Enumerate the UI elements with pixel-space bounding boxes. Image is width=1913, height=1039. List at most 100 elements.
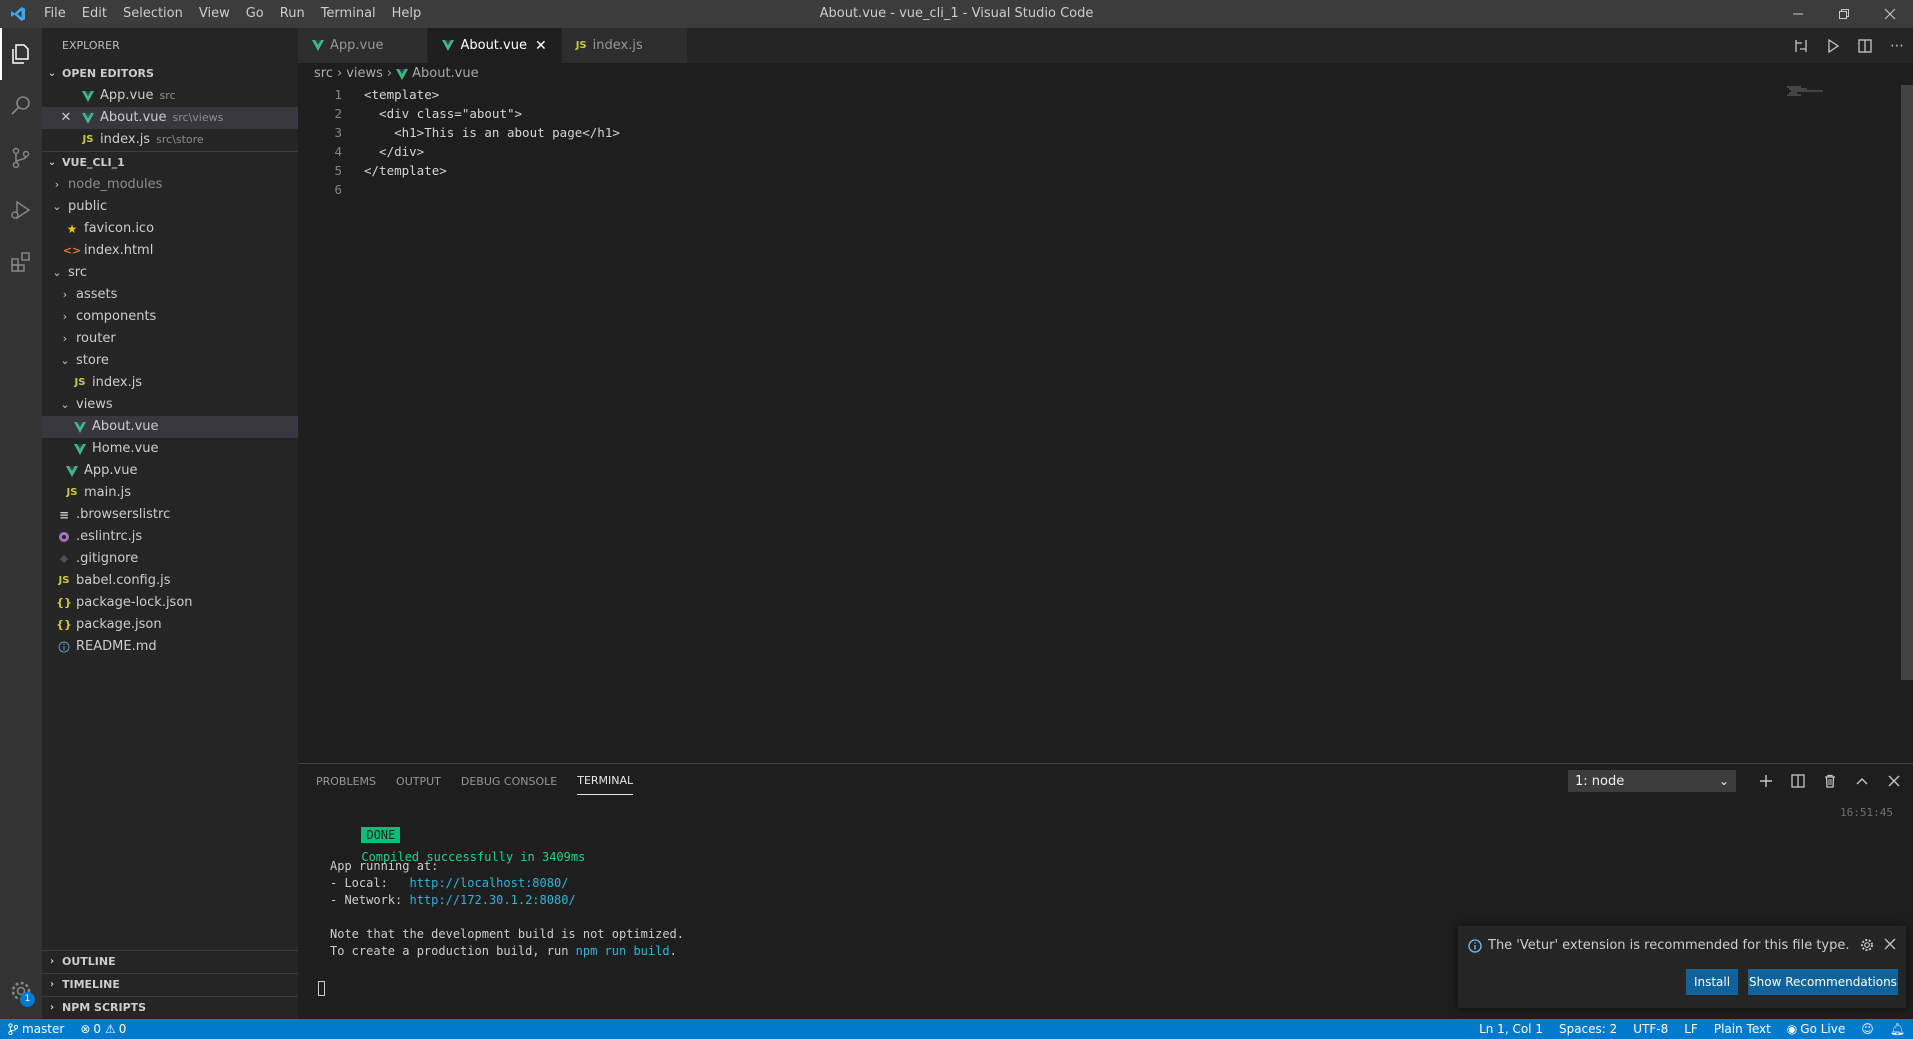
editor-scrollbar[interactable]: [1901, 85, 1913, 680]
tab-output[interactable]: OUTPUT: [396, 764, 441, 799]
close-tab-icon[interactable]: ✕: [535, 38, 547, 54]
close-panel-icon[interactable]: [1878, 770, 1910, 792]
maximize-panel-icon[interactable]: [1846, 770, 1878, 792]
tree-file[interactable]: ◆ .gitignore: [42, 548, 298, 570]
open-editor-item[interactable]: JS index.js src\store: [42, 129, 298, 151]
run-icon[interactable]: [1817, 38, 1849, 54]
split-editor-icon[interactable]: [1849, 38, 1881, 54]
restore-button[interactable]: [1821, 0, 1867, 28]
tree-file[interactable]: {} package.json: [42, 614, 298, 636]
go-live-button[interactable]: ◉ Go Live: [1779, 1019, 1853, 1039]
language-mode[interactable]: Plain Text: [1706, 1019, 1779, 1039]
trash-icon[interactable]: [1814, 770, 1846, 792]
code-line: 1 <template>: [298, 85, 1913, 104]
encoding[interactable]: UTF-8: [1625, 1019, 1676, 1039]
tree-folder[interactable]: ⌄ store: [42, 350, 298, 372]
tree-file[interactable]: ★ favicon.ico: [42, 218, 298, 240]
extensions-icon[interactable]: [0, 236, 42, 288]
run-debug-icon[interactable]: [0, 184, 42, 236]
menu-go[interactable]: Go: [238, 0, 272, 28]
tree-label: index.js: [92, 375, 143, 390]
show-recommendations-button[interactable]: Show Recommendations: [1748, 969, 1898, 995]
new-terminal-icon[interactable]: [1750, 770, 1782, 792]
project-header[interactable]: ⌄ VUE_CLI_1: [42, 151, 298, 174]
tree-file[interactable]: README.md: [42, 636, 298, 658]
branch-status[interactable]: master: [0, 1019, 72, 1039]
breadcrumb-item[interactable]: About.vue: [412, 63, 479, 85]
outline-section[interactable]: › OUTLINE: [42, 950, 298, 973]
tree-file[interactable]: About.vue: [42, 416, 298, 438]
menu-help[interactable]: Help: [384, 0, 430, 28]
network-url-link[interactable]: http://172.30.1.2:8080/: [409, 893, 575, 907]
tree-file[interactable]: {} package-lock.json: [42, 592, 298, 614]
vue-file-icon: [64, 465, 80, 477]
tab-debug-console[interactable]: DEBUG CONSOLE: [461, 764, 557, 799]
tree-label: About.vue: [92, 419, 159, 434]
menu-edit[interactable]: Edit: [74, 0, 115, 28]
tree-file[interactable]: ≡ .browserslistrc: [42, 504, 298, 526]
tree-folder[interactable]: › node_modules: [42, 174, 298, 196]
tree-file[interactable]: <> index.html: [42, 240, 298, 262]
tree-folder[interactable]: › assets: [42, 284, 298, 306]
tree-folder[interactable]: › components: [42, 306, 298, 328]
notifications-bell-icon[interactable]: 🔔︎: [1882, 1019, 1913, 1039]
tree-file[interactable]: JS index.js: [42, 372, 298, 394]
npm-scripts-section[interactable]: › NPM SCRIPTS: [42, 996, 298, 1019]
tree-folder[interactable]: ⌄ views: [42, 394, 298, 416]
breadcrumb-item[interactable]: src: [314, 63, 333, 85]
tree-file[interactable]: Home.vue: [42, 438, 298, 460]
terminal-select[interactable]: 1: node ⌄: [1568, 770, 1736, 792]
menu-terminal[interactable]: Terminal: [313, 0, 384, 28]
tree-folder[interactable]: ⌄ src: [42, 262, 298, 284]
tree-label: .eslintrc.js: [76, 529, 143, 544]
menu-run[interactable]: Run: [272, 0, 313, 28]
tab-about-vue[interactable]: About.vue ✕: [428, 28, 562, 63]
chevron-right-icon: ›: [49, 979, 55, 990]
go-live-label: Go Live: [1800, 1022, 1846, 1036]
tree-folder[interactable]: ⌄ public: [42, 196, 298, 218]
install-button[interactable]: Install: [1686, 969, 1738, 995]
tab-terminal[interactable]: TERMINAL: [577, 768, 634, 795]
source-control-icon[interactable]: [0, 132, 42, 184]
minimize-button[interactable]: [1775, 0, 1821, 28]
explorer-icon[interactable]: [0, 28, 42, 80]
split-terminal-icon[interactable]: [1782, 770, 1814, 792]
open-editor-item[interactable]: App.vue src: [42, 85, 298, 107]
tree-file[interactable]: .eslintrc.js: [42, 526, 298, 548]
code-editor[interactable]: 1 <template> 2 <div class="about"> 3 <h1>…: [298, 85, 1913, 199]
notification-gear-icon[interactable]: [1860, 938, 1874, 956]
feedback-icon[interactable]: ☺: [1853, 1019, 1882, 1039]
timeline-section[interactable]: › TIMELINE: [42, 973, 298, 996]
more-actions-icon[interactable]: ⋯: [1881, 38, 1913, 54]
compare-changes-icon[interactable]: [1785, 38, 1817, 54]
chevron-right-icon: ›: [62, 310, 68, 323]
tab-app-vue[interactable]: App.vue: [298, 28, 429, 63]
tree-file[interactable]: App.vue: [42, 460, 298, 482]
tab-problems[interactable]: PROBLEMS: [316, 764, 376, 799]
menu-file[interactable]: File: [36, 0, 74, 28]
notification-close-icon[interactable]: [1884, 938, 1896, 954]
open-editor-item[interactable]: ✕ About.vue src\views: [42, 107, 298, 129]
menu-selection[interactable]: Selection: [115, 0, 191, 28]
minimap[interactable]: [1787, 85, 1825, 97]
search-icon[interactable]: [0, 80, 42, 132]
manage-gear-icon[interactable]: 1: [0, 973, 42, 1009]
warning-icon: ⚠: [105, 1022, 116, 1036]
tree-file[interactable]: JS main.js: [42, 482, 298, 504]
tree-folder[interactable]: › router: [42, 328, 298, 350]
chevron-down-icon: ⌄: [60, 398, 70, 411]
menu-view[interactable]: View: [191, 0, 238, 28]
tab-index-js[interactable]: JS index.js: [561, 28, 688, 63]
local-url-link[interactable]: http://localhost:8080/: [409, 876, 568, 890]
status-bar: master ⊗ 0 ⚠ 0 Ln 1, Col 1 Spaces: 2 UTF…: [0, 1019, 1913, 1039]
cursor-position[interactable]: Ln 1, Col 1: [1471, 1019, 1551, 1039]
problems-status[interactable]: ⊗ 0 ⚠ 0: [72, 1019, 134, 1039]
tree-file[interactable]: JS babel.config.js: [42, 570, 298, 592]
open-editors-header[interactable]: ⌄ OPEN EDITORS: [42, 63, 298, 85]
breadcrumb-item[interactable]: views: [346, 63, 383, 85]
close-editor-icon[interactable]: ✕: [58, 107, 74, 129]
indentation[interactable]: Spaces: 2: [1551, 1019, 1625, 1039]
line-ending[interactable]: LF: [1676, 1019, 1706, 1039]
tree-label: components: [76, 309, 157, 324]
close-window-button[interactable]: [1867, 0, 1913, 28]
